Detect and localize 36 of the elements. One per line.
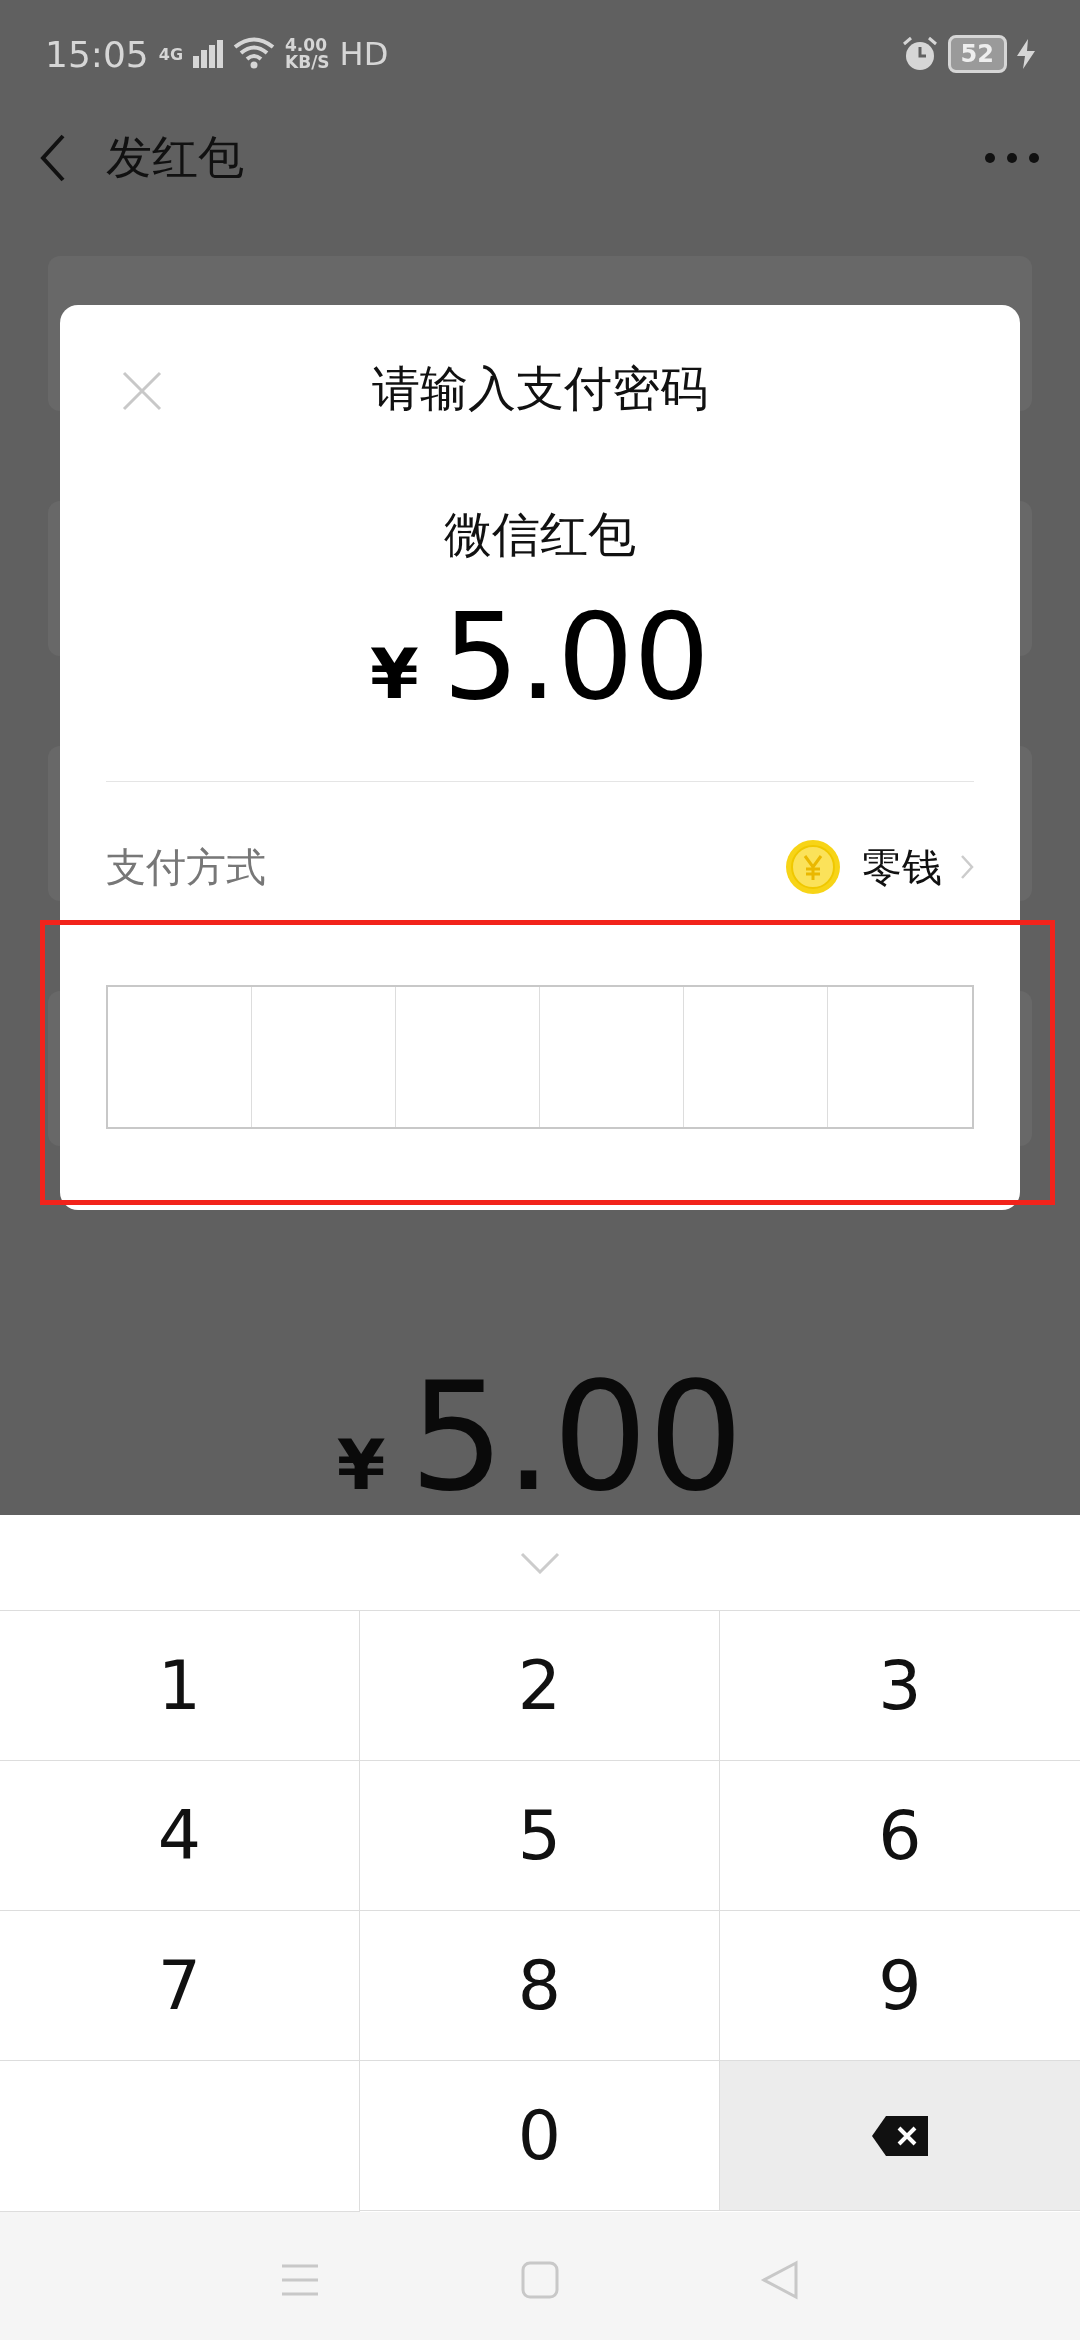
network-speed: 4.00 KB/S — [285, 37, 330, 71]
amount-text: 5.00 — [409, 1350, 744, 1524]
number-key[interactable]: 2 — [360, 1611, 720, 1761]
hd-label: HD — [339, 35, 389, 73]
charging-icon — [1017, 39, 1035, 69]
payment-method[interactable]: 零钱 — [862, 839, 942, 895]
number-key[interactable]: 8 — [360, 1911, 720, 2061]
wifi-icon — [233, 37, 275, 71]
home-icon[interactable] — [520, 2259, 560, 2300]
network-label: 4G — [158, 44, 183, 64]
alarm-icon — [901, 36, 938, 72]
dialog-title: 请输入支付密码 — [372, 359, 708, 418]
currency-sign: ¥ — [370, 633, 419, 715]
close-icon[interactable] — [122, 371, 162, 411]
chevron-right-icon[interactable] — [960, 854, 974, 880]
password-field[interactable] — [106, 985, 974, 1129]
number-key[interactable]: 0 — [360, 2061, 720, 2211]
more-icon[interactable] — [984, 152, 1040, 164]
page-title: 发红包 — [106, 129, 244, 186]
back-icon[interactable] — [40, 134, 66, 182]
product-name: 微信红包 — [444, 505, 636, 564]
number-key[interactable]: 7 — [0, 1911, 360, 2061]
status-time: 15:05 — [45, 33, 149, 75]
number-key[interactable]: 5 — [360, 1761, 720, 1911]
signal-icon — [193, 40, 223, 68]
delete-key[interactable] — [720, 2061, 1080, 2211]
battery-level: 52 — [947, 35, 1007, 73]
chevron-down-icon[interactable] — [520, 1551, 560, 1574]
number-key[interactable]: 1 — [0, 1611, 360, 1761]
amount-text: 5.00 — [442, 587, 710, 726]
number-key[interactable]: 4 — [0, 1761, 360, 1911]
backspace-icon — [870, 2113, 930, 2158]
currency-sign: ¥ — [336, 1424, 386, 1506]
payment-label: 支付方式 — [106, 842, 267, 892]
back-icon[interactable] — [760, 2259, 800, 2300]
coin-icon — [784, 838, 842, 896]
